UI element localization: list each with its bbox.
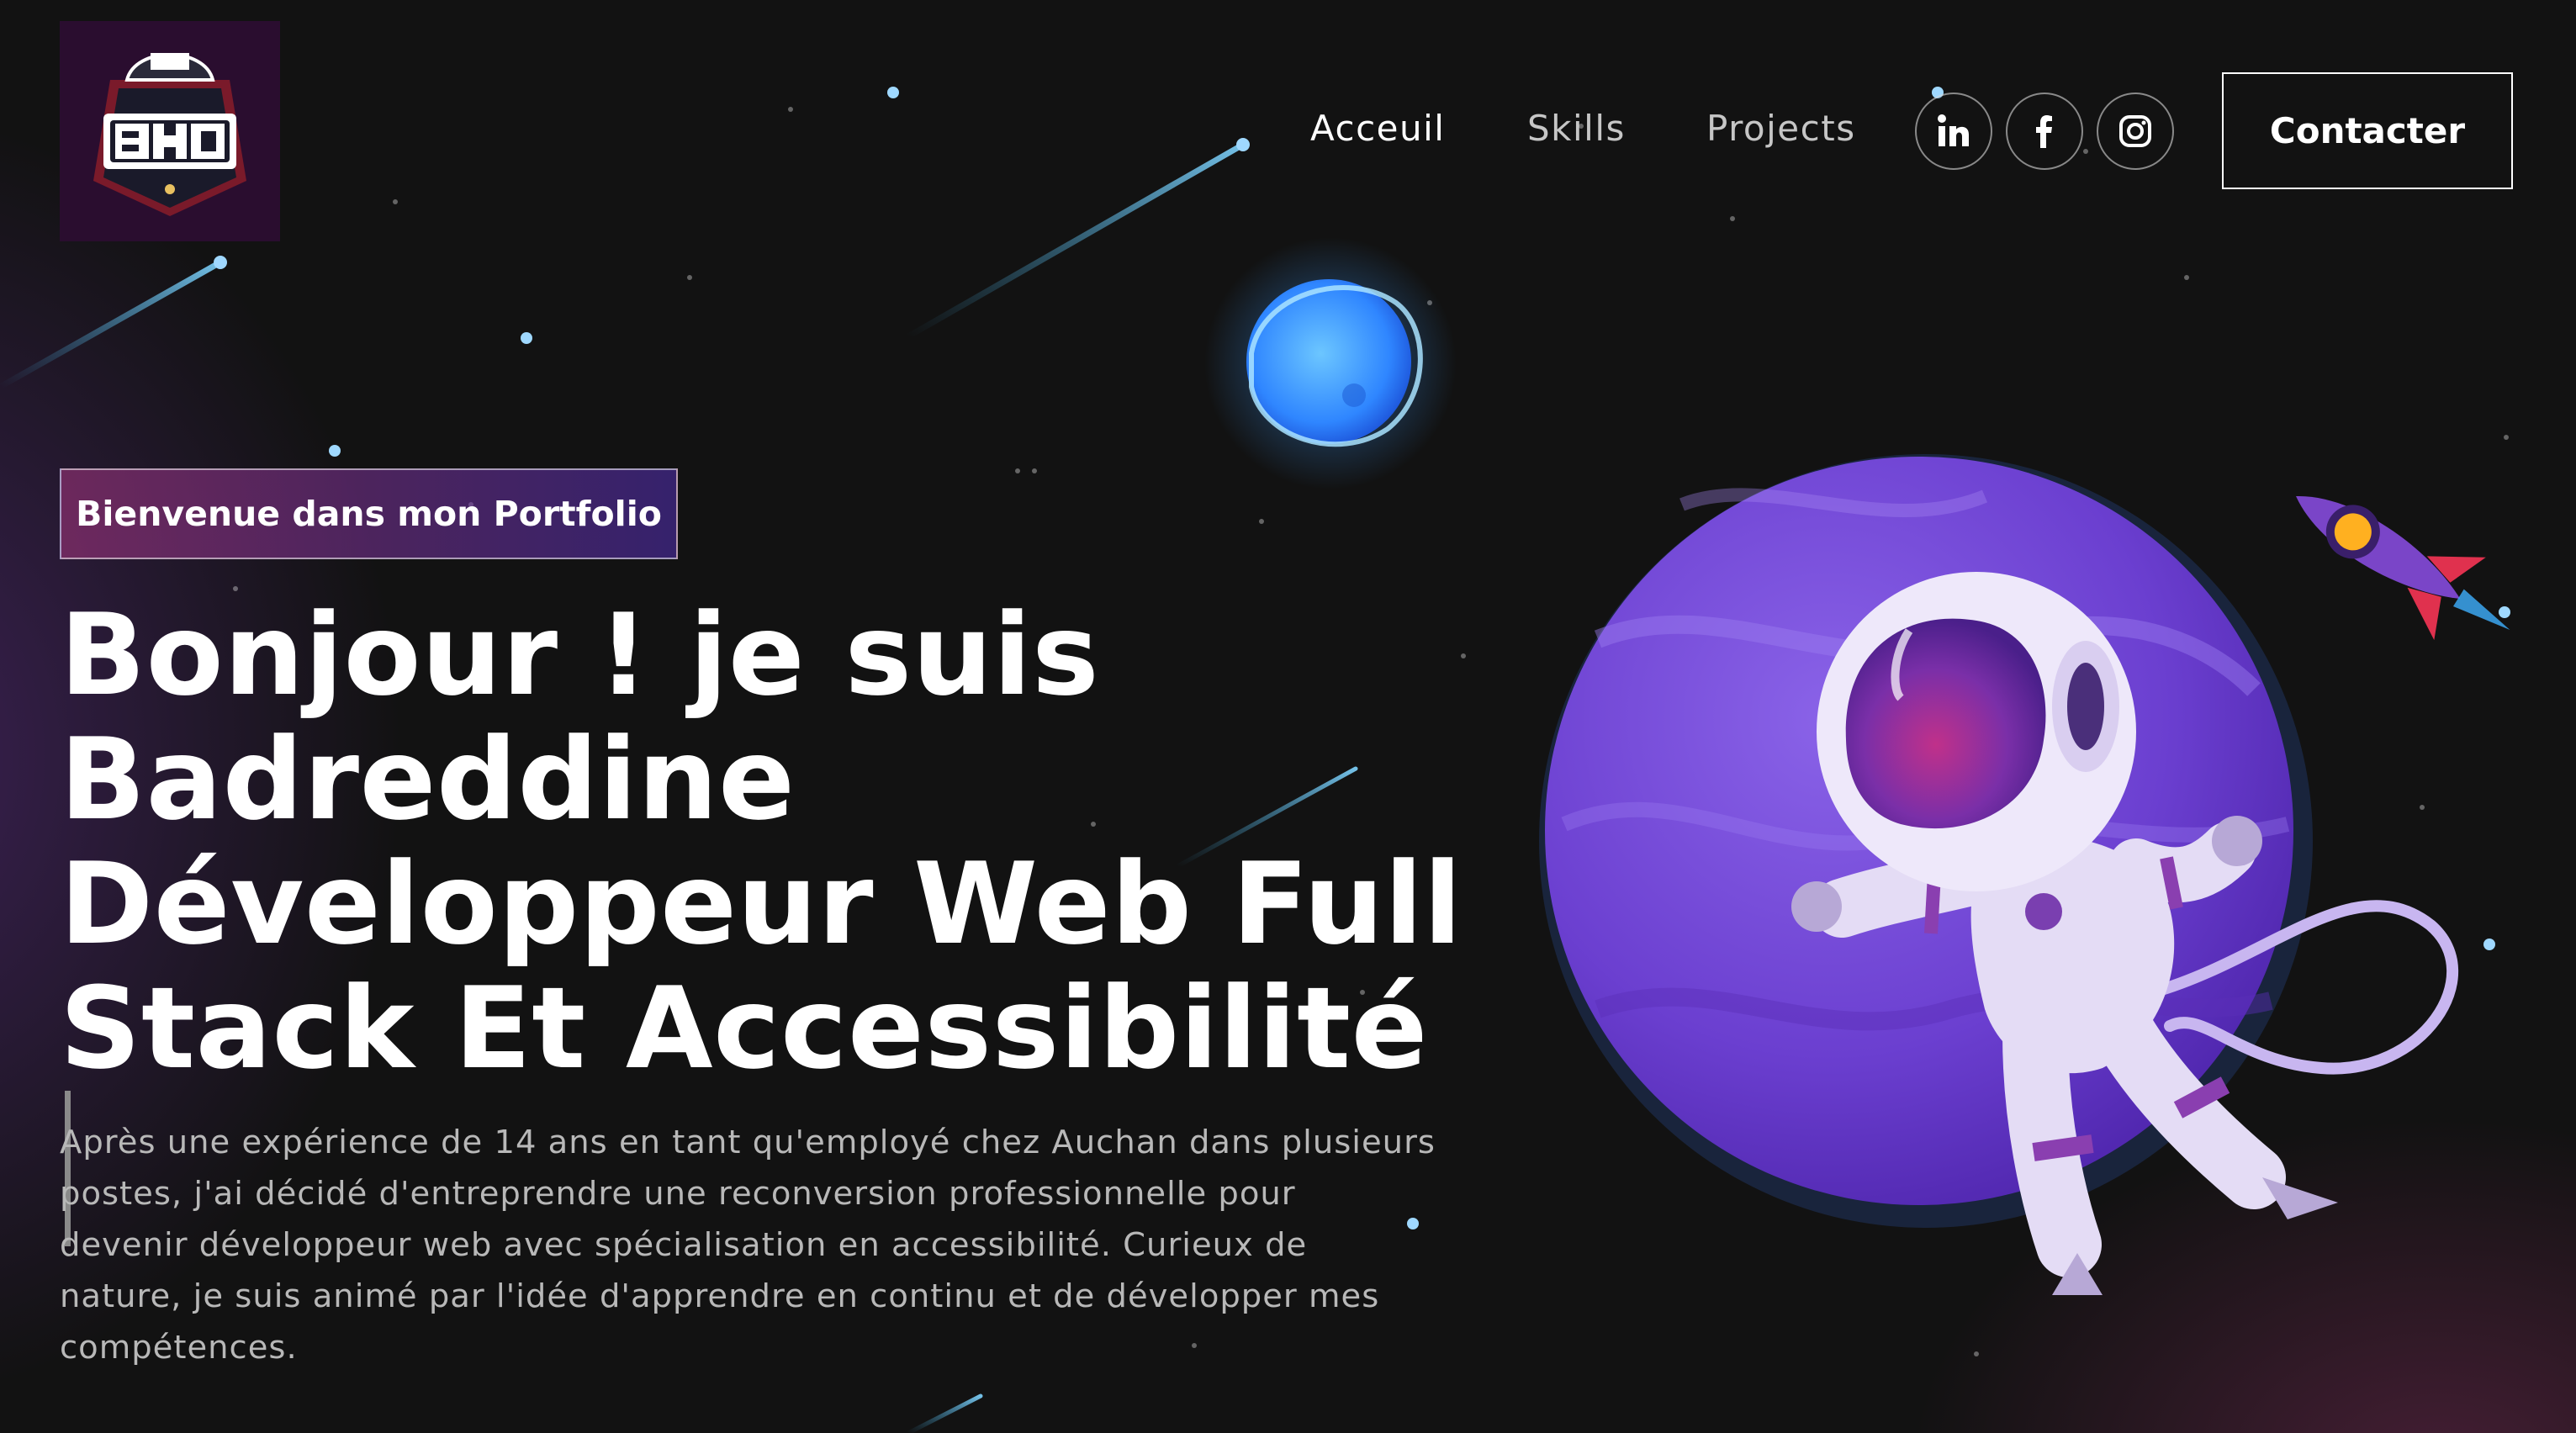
intro-line: Après une expérience de 14 ans en tant q…	[60, 1124, 1436, 1161]
instagram-button[interactable]	[2097, 93, 2174, 170]
nav-link-acceuil[interactable]: Acceuil	[1310, 108, 1445, 149]
intro-line: devenir développeur web avec spécialisat…	[60, 1226, 1308, 1264]
bhd-cap-logo-icon	[93, 53, 246, 216]
hero-title-line: Badreddine	[60, 714, 796, 845]
linkedin-icon	[1938, 114, 1969, 146]
hero-title-line: Bonjour ! je suis	[60, 590, 1100, 721]
nav-link-skills[interactable]: Skills	[1527, 108, 1626, 149]
contact-button[interactable]: Contacter	[2222, 72, 2513, 189]
facebook-button[interactable]	[2006, 93, 2083, 170]
intro-line: postes, j'ai décidé d'entreprendre une r…	[60, 1175, 1296, 1213]
hero-title-line: Stack Et Accessibilité	[60, 963, 1428, 1094]
nav-link-projects[interactable]: Projects	[1706, 108, 1856, 149]
hero-title-line: Développeur Web Full	[60, 838, 1463, 970]
intro-line: compétences.	[60, 1329, 298, 1367]
welcome-tagline: Bienvenue dans mon Portfolio	[60, 468, 678, 559]
intro-paragraph: Après une expérience de 14 ans en tant q…	[60, 1117, 1473, 1373]
intro-line: nature, je suis animé par l'idée d'appre…	[60, 1277, 1380, 1315]
instagram-icon	[2119, 115, 2151, 147]
brand-logo[interactable]	[60, 21, 280, 241]
linkedin-button[interactable]	[1915, 93, 1992, 170]
facebook-icon	[2036, 115, 2052, 148]
portfolio-page: Acceuil Skills Projects Contacter Bienve…	[0, 0, 2576, 1433]
rocket-illustration	[2296, 495, 2510, 641]
